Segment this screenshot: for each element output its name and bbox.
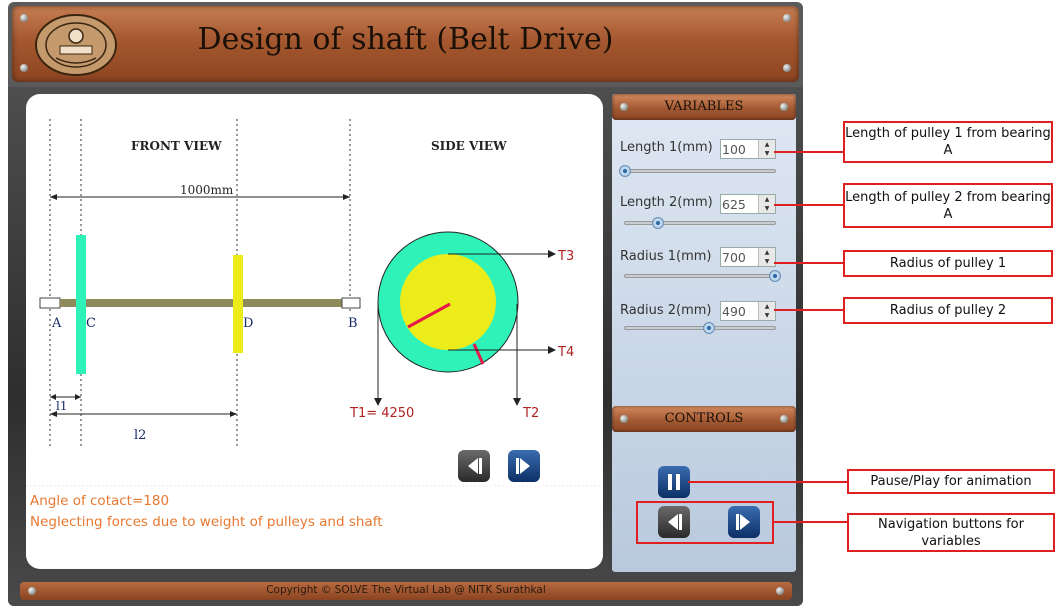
variables-header: VARIABLES: [612, 94, 796, 120]
arrow-down-icon: [513, 398, 521, 406]
callout-connector: [688, 481, 848, 483]
radius-1-slider-handle[interactable]: [769, 270, 781, 282]
point-d-label: D: [243, 316, 253, 331]
spin-up-icon[interactable]: ▲: [759, 302, 775, 311]
t3-label: T3: [557, 249, 574, 264]
step-back-icon: [468, 458, 482, 474]
callout-connector: [774, 151, 844, 153]
diagram-next-button[interactable]: [508, 450, 540, 482]
callout-connector: [774, 521, 848, 523]
arrow-right-icon: [75, 394, 81, 400]
pause-icon: [668, 474, 680, 490]
note-angle-of-contact: Angle of cotact=180: [30, 493, 170, 509]
note-neglect-weight: Neglecting forces due to weight of pulle…: [30, 514, 383, 530]
callout-length-1: Length of pulley 1 from bearing A: [843, 121, 1053, 163]
radius-1-spinner[interactable]: ▲▼: [720, 247, 776, 267]
radius-2-spinner[interactable]: ▲▼: [720, 301, 776, 321]
spin-down-icon[interactable]: ▼: [759, 204, 775, 213]
arrow-right-icon: [343, 194, 350, 200]
bearing-b: [341, 297, 361, 309]
spin-up-icon[interactable]: ▲: [759, 248, 775, 257]
bearing-a: [39, 297, 61, 309]
length-2-slider[interactable]: [624, 217, 776, 229]
length-2-spinner[interactable]: ▲▼: [720, 194, 776, 214]
title-bar: Design of shaft (Belt Drive): [12, 6, 799, 82]
arrow-left-icon: [50, 411, 57, 417]
length-2-slider-handle[interactable]: [652, 217, 664, 229]
rivet-icon: [20, 64, 28, 72]
callout-length-2: Length of pulley 2 from bearing A: [843, 183, 1053, 228]
arrow-left-icon: [50, 194, 57, 200]
radius-2-slider-handle[interactable]: [703, 322, 715, 334]
copyright-text: Copyright © SOLVE The Virtual Lab @ NITK…: [266, 584, 546, 596]
controls-header: CONTROLS: [612, 406, 796, 432]
arrow-right-icon: [548, 346, 556, 354]
callout-connector: [774, 262, 844, 264]
front-view-label: FRONT VIEW: [131, 139, 222, 153]
radius-2-slider[interactable]: [624, 322, 776, 334]
page-title: Design of shaft (Belt Drive): [197, 22, 614, 57]
length-2-label: Length 2(mm): [620, 195, 713, 210]
arrow-down-icon: [374, 398, 382, 406]
pause-play-button[interactable]: [658, 466, 690, 498]
callout-connector: [774, 309, 844, 311]
navigation-highlight-box: [636, 501, 774, 544]
controls-title: CONTROLS: [664, 411, 744, 426]
t2-label: T2: [522, 406, 539, 421]
spin-down-icon[interactable]: ▼: [759, 311, 775, 320]
callout-connector: [774, 204, 844, 206]
rivet-icon: [20, 14, 28, 22]
rivet-icon: [783, 14, 791, 22]
length-1-slider-handle[interactable]: [619, 165, 631, 177]
arrow-right-icon: [548, 250, 556, 258]
rivet-icon: [783, 64, 791, 72]
footer-bar: Copyright © SOLVE The Virtual Lab @ NITK…: [20, 582, 792, 600]
radius-2-label: Radius 2(mm): [620, 303, 712, 318]
callout-radius-2: Radius of pulley 2: [843, 297, 1053, 324]
shaft: [60, 299, 342, 307]
spin-up-icon[interactable]: ▲: [759, 140, 775, 149]
point-a-label: A: [51, 316, 62, 331]
spin-down-icon[interactable]: ▼: [759, 257, 775, 266]
diagram-canvas: FRONT VIEW SIDE VIEW 1000mm A C D B l1 l…: [26, 94, 603, 569]
point-c-label: C: [86, 316, 96, 331]
pulley-1: [76, 235, 86, 374]
arrow-right-icon: [230, 411, 237, 417]
pulley-2: [233, 255, 243, 353]
length-1-input[interactable]: [722, 141, 758, 157]
pulley-inner-circle: [400, 254, 496, 350]
side-view-label: SIDE VIEW: [431, 139, 507, 153]
radius-1-slider[interactable]: [624, 270, 781, 282]
callout-pause-play: Pause/Play for animation: [847, 469, 1055, 494]
length-1-spinner[interactable]: ▲▼: [720, 139, 776, 159]
length-1-label: Length 1(mm): [620, 140, 713, 155]
radius-1-input[interactable]: [722, 249, 758, 265]
length-1-slider[interactable]: [619, 165, 776, 177]
callout-navigation: Navigation buttons for variables: [847, 513, 1055, 552]
t4-label: T4: [557, 345, 574, 360]
l1-label: l1: [56, 399, 67, 413]
total-length-label: 1000mm: [180, 183, 234, 197]
spin-up-icon[interactable]: ▲: [759, 195, 775, 204]
length-2-input[interactable]: [722, 196, 758, 212]
point-b-label: B: [348, 316, 358, 331]
radius-1-label: Radius 1(mm): [620, 249, 712, 264]
t1-label: T1= 4250: [349, 406, 414, 421]
radius-2-input[interactable]: [722, 303, 758, 319]
diagram-previous-button[interactable]: [458, 450, 490, 482]
step-forward-icon: [516, 458, 530, 474]
variables-title: VARIABLES: [664, 99, 744, 114]
callout-radius-1: Radius of pulley 1: [843, 250, 1053, 277]
spin-down-icon[interactable]: ▼: [759, 149, 775, 158]
l2-label: l2: [134, 428, 146, 443]
